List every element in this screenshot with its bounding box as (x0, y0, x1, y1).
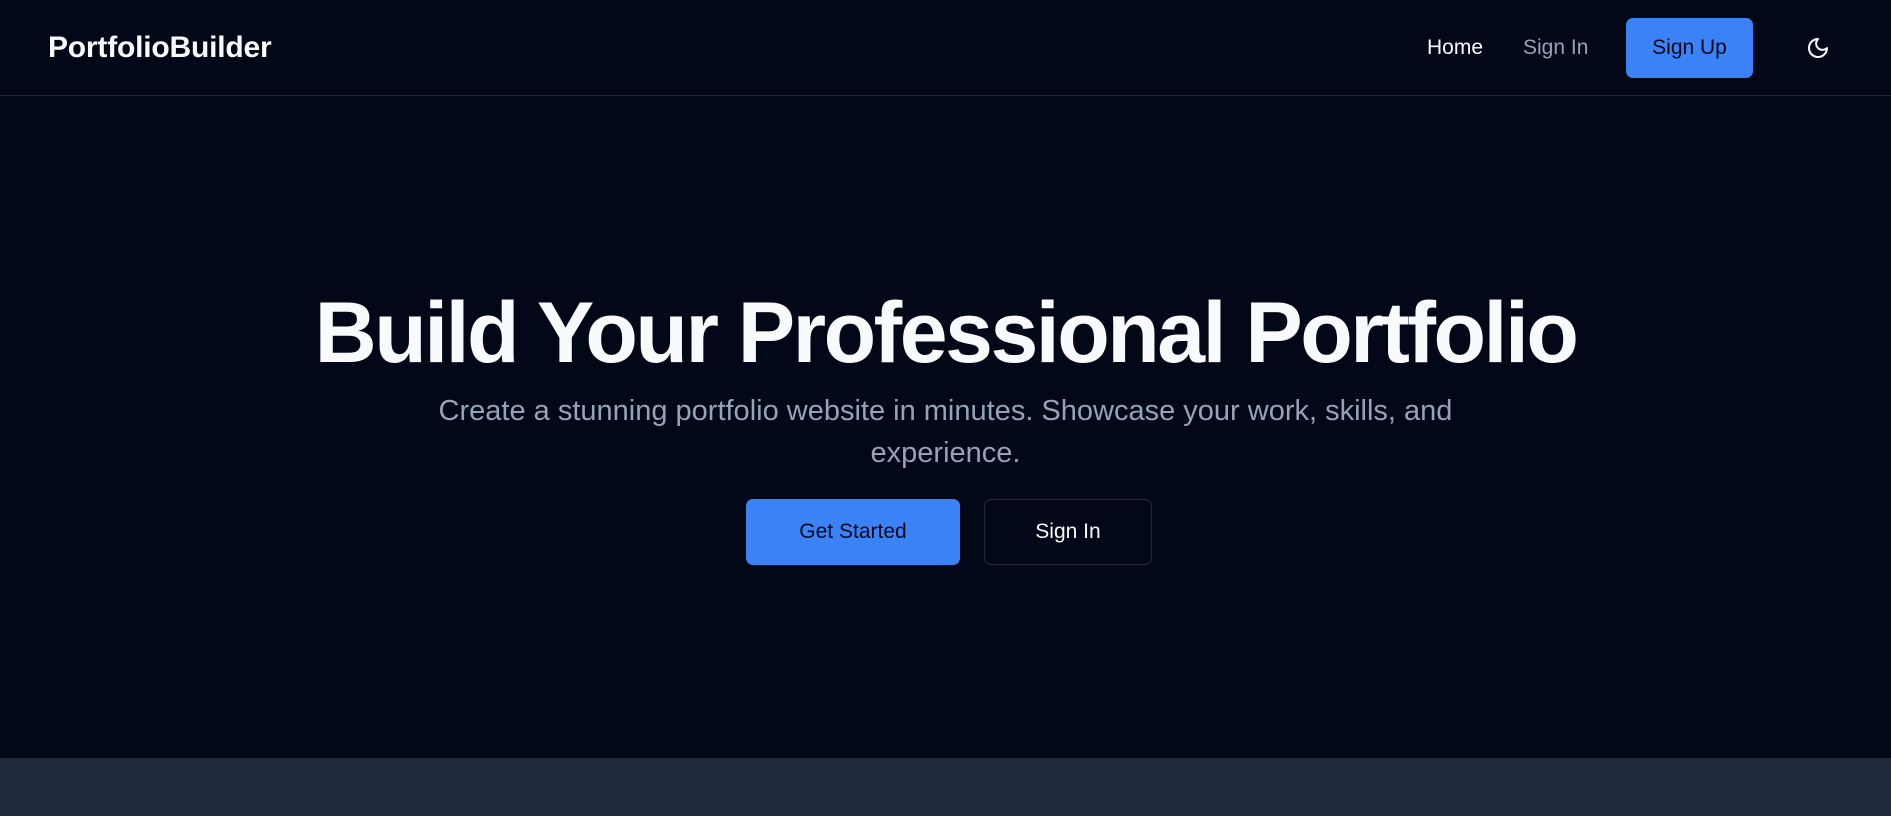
hero-title: Build Your Professional Portfolio (314, 285, 1579, 381)
sign-up-button[interactable]: Sign Up (1626, 18, 1753, 78)
get-started-button[interactable]: Get Started (746, 499, 960, 565)
navbar: PortfolioBuilder Home Sign In Sign Up (0, 0, 1891, 96)
hero-section: Build Your Professional Portfolio Create… (0, 97, 1891, 758)
moon-icon (1808, 38, 1828, 58)
hero-sign-in-button[interactable]: Sign In (984, 499, 1152, 565)
nav-link-sign-in[interactable]: Sign In (1523, 34, 1588, 62)
next-section (0, 758, 1891, 816)
hero-subtitle: Create a stunning portfolio website in m… (438, 395, 1453, 469)
brand-logo[interactable]: PortfolioBuilder (48, 31, 272, 65)
nav-link-home[interactable]: Home (1427, 34, 1483, 62)
theme-toggle-button[interactable] (1800, 30, 1836, 66)
